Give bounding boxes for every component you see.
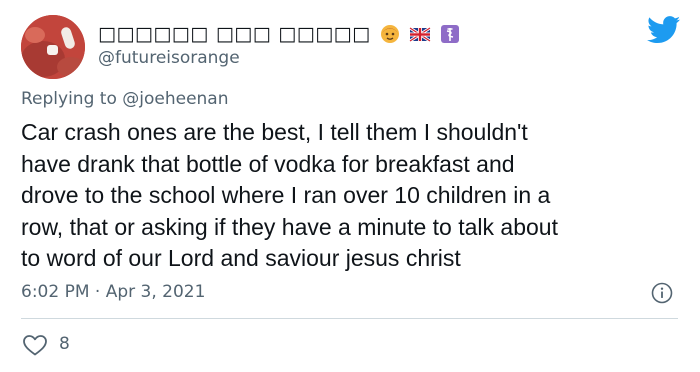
like-count: 8: [59, 334, 70, 354]
tweet-text-line: to word of our Lord and saviour jesus ch…: [21, 245, 461, 271]
twitter-bird-icon[interactable]: [647, 16, 681, 44]
heart-outline-icon[interactable]: [22, 333, 48, 357]
reply-context: Replying to @joeheenan: [21, 89, 229, 109]
face-emoji: [379, 23, 401, 45]
author-display-name[interactable]: □□□□□□ □□□ □□□□□: [98, 23, 371, 45]
author-name-row: □□□□□□ □□□ □□□□□: [98, 22, 461, 46]
tweet-card: □□□□□□ □□□ □□□□□ @futureisorange Replyin…: [0, 0, 700, 372]
reply-mention-link[interactable]: @joeheenan: [122, 89, 228, 109]
tweet-body: Car crash ones are the best, I tell them…: [21, 117, 681, 275]
divider: [21, 318, 678, 319]
tweet-text-line: have drank that bottle of vodka for brea…: [21, 150, 515, 177]
tweet-timestamp[interactable]: 6:02 PM · Apr 3, 2021: [21, 282, 205, 302]
tweet-text-line: drove to the school where I ran over 10 …: [21, 182, 551, 208]
tweet-text-line: Car crash ones are the best, I tell them…: [21, 119, 528, 145]
avatar-photo: [21, 15, 85, 79]
reply-prefix: Replying to: [21, 89, 117, 109]
uk-flag-emoji: [408, 23, 431, 45]
author-handle[interactable]: @futureisorange: [98, 48, 240, 68]
avatar[interactable]: [21, 15, 85, 79]
info-icon[interactable]: [651, 282, 673, 304]
medical-symbol-emoji: [439, 23, 461, 45]
tweet-text-line: row, that or asking if they have a minut…: [21, 213, 558, 240]
